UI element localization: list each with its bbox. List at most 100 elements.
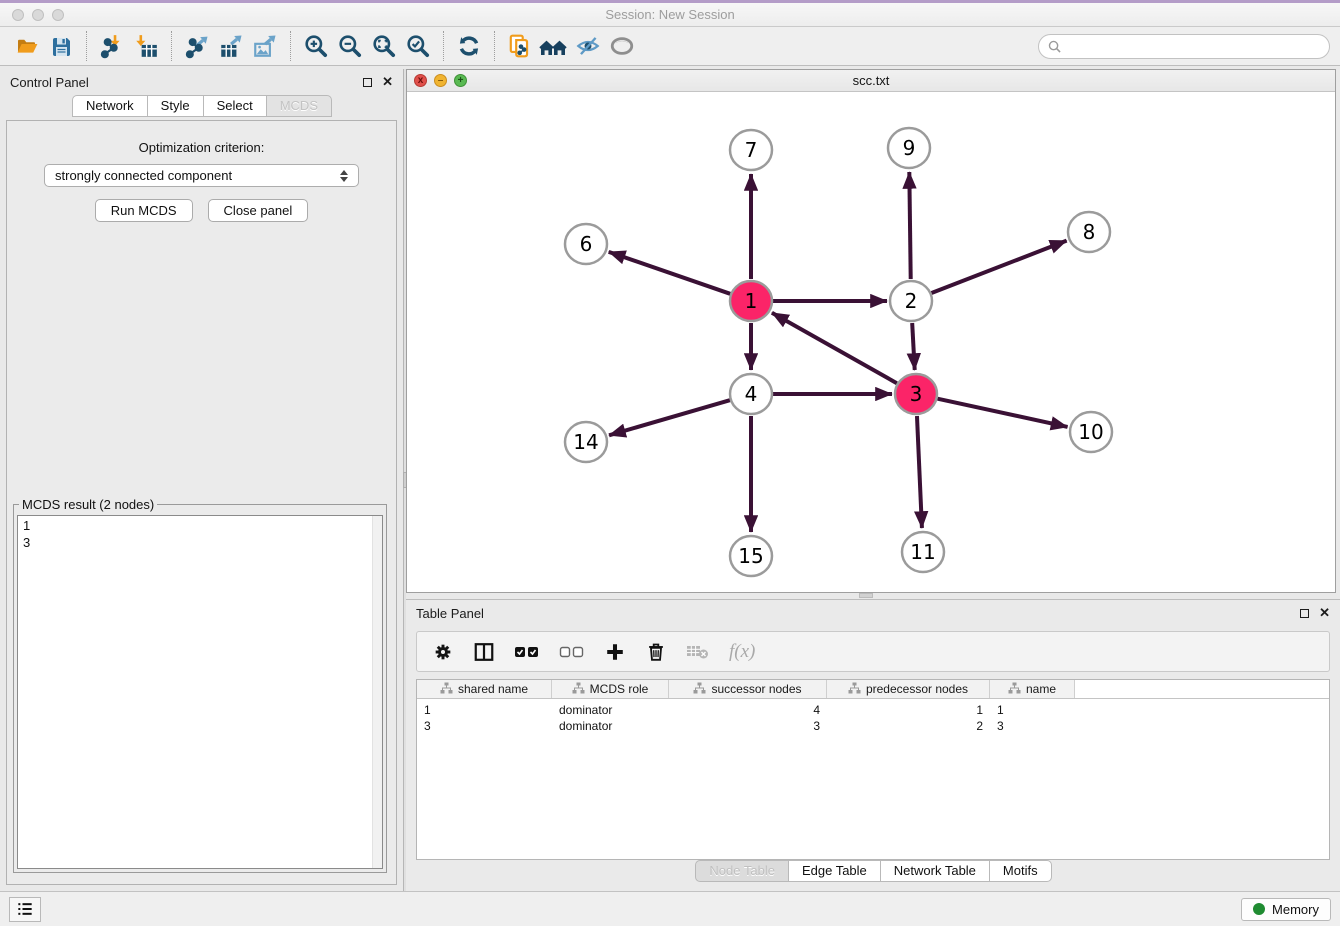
node-4[interactable]: 4	[730, 374, 772, 414]
maximize-network-icon[interactable]: +	[454, 74, 467, 87]
network-window-titlebar[interactable]: x – + scc.txt	[407, 70, 1335, 92]
window-controls[interactable]	[12, 9, 64, 21]
edge-2-9[interactable]	[909, 172, 910, 279]
column-header-successor-nodes[interactable]: successor nodes	[669, 680, 827, 698]
save-session-button[interactable]	[44, 30, 78, 62]
task-history-button[interactable]	[9, 897, 41, 922]
table-cell[interactable]: 3	[417, 719, 552, 733]
close-window-icon[interactable]	[12, 9, 24, 21]
unselect-all-columns-button[interactable]	[559, 644, 585, 660]
search-box[interactable]	[1038, 34, 1330, 59]
tab-network[interactable]: Network	[72, 95, 148, 117]
network-canvas[interactable]: 7 9 6 8 1 2 4 3 14 10 15 11	[407, 92, 1335, 592]
table-row[interactable]: 1dominator411	[417, 702, 1329, 718]
maximize-window-icon[interactable]	[52, 9, 64, 21]
close-panel-icon[interactable]: ✕	[1319, 608, 1330, 618]
tab-network-table[interactable]: Network Table	[880, 860, 990, 882]
toggle-panel-columns-button[interactable]	[473, 641, 495, 663]
tab-mcds[interactable]: MCDS	[266, 95, 332, 117]
zoom-selected-button[interactable]	[401, 30, 435, 62]
table-cell[interactable]: 1	[417, 703, 552, 717]
close-panel-button[interactable]: Close panel	[208, 199, 309, 222]
close-network-icon[interactable]: x	[414, 74, 427, 87]
zoom-out-button[interactable]	[333, 30, 367, 62]
node-10[interactable]: 10	[1070, 412, 1112, 452]
import-table-icon	[133, 33, 159, 59]
run-mcds-button[interactable]: Run MCDS	[95, 199, 193, 222]
edge-1-6[interactable]	[609, 252, 731, 294]
toolbar-separator	[86, 31, 87, 61]
delete-table-button[interactable]	[686, 643, 710, 661]
table-cell[interactable]: 1	[990, 703, 1075, 717]
edge-3-11[interactable]	[917, 416, 922, 528]
node-3[interactable]: 3	[895, 374, 937, 414]
node-6[interactable]: 6	[565, 224, 607, 264]
column-header-predecessor-nodes[interactable]: predecessor nodes	[827, 680, 990, 698]
node-15[interactable]: 15	[730, 536, 772, 576]
create-new-column-button[interactable]	[604, 641, 626, 663]
tab-node-table[interactable]: Node Table	[695, 860, 789, 882]
column-header-name[interactable]: name	[990, 680, 1075, 698]
edge-3-10[interactable]	[937, 399, 1067, 427]
node-7[interactable]: 7	[730, 130, 772, 170]
tab-style[interactable]: Style	[147, 95, 204, 117]
mcds-tab-content: Optimization criterion: strongly connect…	[6, 120, 397, 885]
node-9[interactable]: 9	[888, 128, 930, 168]
open-session-button[interactable]	[10, 30, 44, 62]
export-table-button[interactable]	[214, 30, 248, 62]
column-header-shared-name[interactable]: shared name	[417, 680, 552, 698]
zoom-in-button[interactable]	[299, 30, 333, 62]
node-8[interactable]: 8	[1068, 212, 1110, 252]
select-all-columns-button[interactable]	[514, 644, 540, 660]
table-cell[interactable]: 1	[827, 703, 990, 717]
hide-graphics-details-button[interactable]	[571, 30, 605, 62]
table-row[interactable]: 3dominator323	[417, 718, 1329, 734]
edge-4-14[interactable]	[609, 400, 730, 435]
tab-edge-table[interactable]: Edge Table	[788, 860, 881, 882]
table-cell[interactable]: 4	[669, 703, 827, 717]
table-cell[interactable]: dominator	[552, 719, 669, 733]
tab-select[interactable]: Select	[203, 95, 267, 117]
column-header-MCDS-role[interactable]: MCDS role	[552, 680, 669, 698]
node-2[interactable]: 2	[890, 281, 932, 321]
result-scrollbar[interactable]	[372, 516, 382, 868]
splitter-grip[interactable]	[859, 593, 873, 598]
table-cell[interactable]: 3	[669, 719, 827, 733]
edge-3-1[interactable]	[772, 313, 897, 383]
first-neighbors-button[interactable]	[537, 30, 571, 62]
export-image-button[interactable]	[248, 30, 282, 62]
refresh-network-button[interactable]	[452, 30, 486, 62]
clone-network-button[interactable]	[503, 30, 537, 62]
float-panel-icon[interactable]	[1300, 609, 1309, 618]
table-cell[interactable]: 3	[990, 719, 1075, 733]
gear-icon	[432, 641, 454, 663]
close-panel-icon[interactable]: ✕	[382, 77, 393, 87]
mcds-result-group: MCDS result (2 nodes) 1 3	[13, 497, 387, 873]
edge-2-3[interactable]	[912, 323, 915, 370]
float-panel-icon[interactable]	[363, 78, 372, 87]
optimization-criterion-select[interactable]: strongly connected component	[44, 164, 359, 187]
tab-motifs[interactable]: Motifs	[989, 860, 1052, 882]
node-11[interactable]: 11	[902, 532, 944, 572]
node-1[interactable]: 1	[730, 281, 772, 321]
show-graphics-details-button[interactable]	[605, 30, 639, 62]
minimize-window-icon[interactable]	[32, 9, 44, 21]
edge-2-8[interactable]	[932, 241, 1067, 293]
export-network-button[interactable]	[180, 30, 214, 62]
node-table[interactable]: shared nameMCDS rolesuccessor nodesprede…	[416, 679, 1330, 860]
zoom-fit-button[interactable]	[367, 30, 401, 62]
table-settings-button[interactable]	[432, 641, 454, 663]
import-table-button[interactable]	[129, 30, 163, 62]
table-cell[interactable]: dominator	[552, 703, 669, 717]
search-input[interactable]	[1067, 39, 1320, 54]
function-builder-button[interactable]: f(x)	[729, 641, 755, 663]
minimize-network-icon[interactable]: –	[434, 74, 447, 87]
node-14[interactable]: 14	[565, 422, 607, 462]
delete-columns-button[interactable]	[645, 641, 667, 663]
table-cell[interactable]: 2	[827, 719, 990, 733]
table-toolbar: f(x)	[416, 631, 1330, 672]
mcds-result-box[interactable]: 1 3	[17, 515, 383, 869]
memory-button[interactable]: Memory	[1241, 898, 1331, 921]
network-graph[interactable]: 7 9 6 8 1 2 4 3 14 10 15 11	[407, 92, 1335, 592]
import-network-button[interactable]	[95, 30, 129, 62]
